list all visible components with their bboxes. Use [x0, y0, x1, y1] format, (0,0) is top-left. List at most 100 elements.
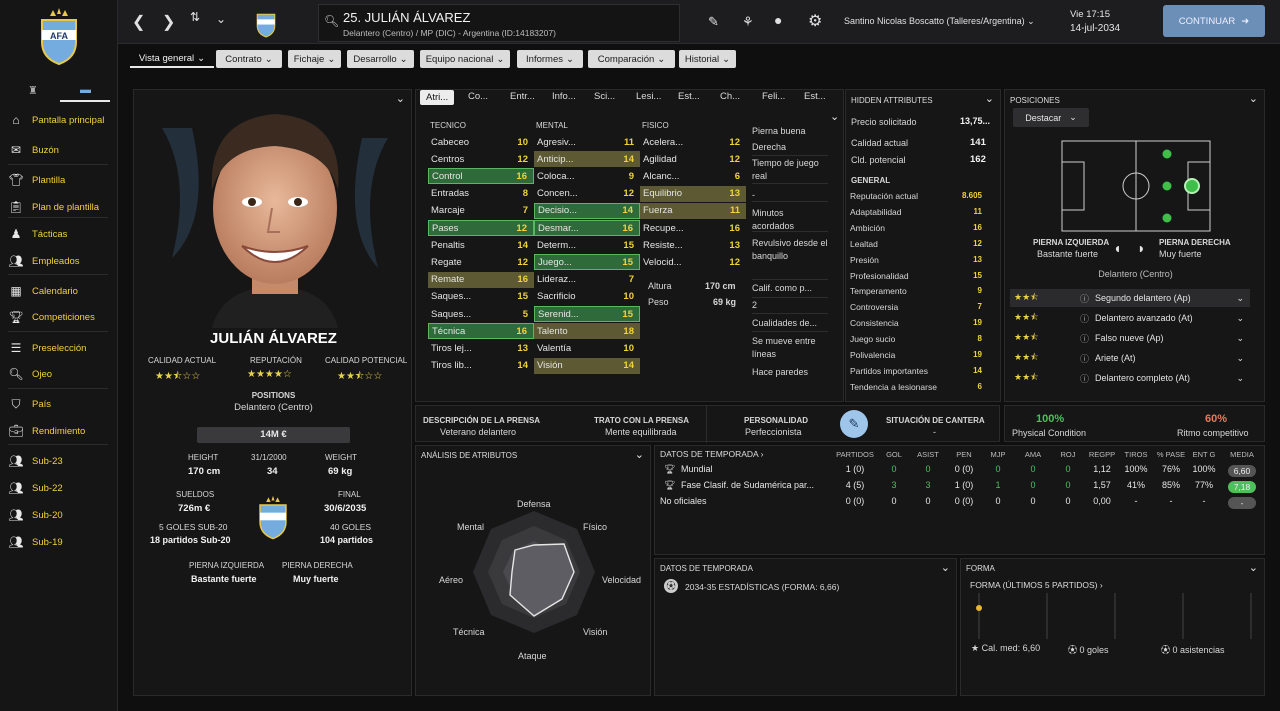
role-row[interactable]: ★★⯪ ⓘ Ariete (At) ⌄ — [1010, 349, 1250, 367]
sidebar-item-t-cticas[interactable]: ♟ Tácticas — [8, 224, 116, 244]
attribute-subtab[interactable]: Co... — [468, 91, 488, 102]
attribute-subtab[interactable]: Lesi... — [636, 91, 661, 102]
attribute-row[interactable]: Entradas 8 — [428, 186, 534, 202]
attribute-row[interactable]: Coloca... 9 — [534, 168, 640, 184]
attribute-row[interactable]: Resiste... 13 — [640, 237, 746, 253]
attribute-subtab[interactable]: Est... — [804, 91, 826, 102]
chevron-down-icon[interactable]: ⌄ — [216, 12, 226, 26]
sidebar-item-sub-20[interactable]: 👥︎ Sub-20 — [8, 505, 116, 525]
attribute-subtab[interactable]: Ch... — [720, 91, 740, 102]
highlight-dropdown[interactable]: Destacar ⌄ — [1013, 108, 1089, 127]
attribute-subtab[interactable]: Est... — [678, 91, 700, 102]
sort-icon[interactable]: ⇅ — [190, 10, 200, 24]
attribute-subtab[interactable]: Sci... — [594, 91, 615, 102]
attribute-subtab[interactable]: Info... — [552, 91, 576, 102]
chevron-down-icon[interactable]: ⌄ — [1249, 561, 1258, 574]
sidebar-item-empleados[interactable]: 👥︎ Empleados — [8, 251, 116, 271]
attribute-row[interactable]: Técnica 16 — [428, 323, 534, 340]
team-crest-icon[interactable] — [255, 8, 277, 38]
attribute-row[interactable]: Agresiv... 11 — [534, 134, 640, 150]
sidebar-item-sub-22[interactable]: 👥︎ Sub-22 — [8, 478, 116, 498]
tab-fichaje[interactable]: Fichaje ⌄ — [288, 50, 341, 68]
role-row[interactable]: ★★⯪ ⓘ Segundo delantero (Ap) ⌄ — [1010, 289, 1250, 307]
attribute-row[interactable]: Control 16 — [428, 168, 534, 185]
role-row[interactable]: ★★⯪ ⓘ Delantero avanzado (At) ⌄ — [1010, 309, 1250, 327]
tab-desarrollo[interactable]: Desarrollo ⌄ — [347, 50, 414, 68]
attribute-row[interactable]: Desmar... 16 — [534, 220, 640, 236]
tab-informes[interactable]: Informes ⌄ — [517, 50, 583, 68]
attribute-row[interactable]: Centros 12 — [428, 151, 534, 167]
gear-icon[interactable]: ⚙ — [808, 11, 822, 31]
attribute-row[interactable]: Decisio... 14 — [534, 202, 640, 219]
sidebar-item-sub-23[interactable]: 👥︎ Sub-23 — [8, 451, 116, 471]
attribute-row[interactable]: Agilidad 12 — [640, 151, 746, 167]
attribute-row[interactable]: Penaltis 14 — [428, 237, 534, 253]
attribute-row[interactable]: Regate 12 — [428, 254, 534, 270]
attribute-subtab[interactable]: Atri... — [420, 90, 455, 105]
attribute-row[interactable]: Acelera... 12 — [640, 134, 746, 150]
club-icon[interactable]: ⚘ — [742, 14, 754, 30]
chevron-down-icon[interactable]: ⌄ — [985, 92, 994, 105]
attribute-row[interactable]: Talento 18 — [534, 323, 640, 340]
flag-icon[interactable]: ▬ — [80, 84, 92, 96]
attribute-row[interactable]: Fuerza 11 — [640, 202, 746, 219]
attribute-row[interactable]: Equilibrio 13 — [640, 185, 746, 202]
attribute-row[interactable]: Velocid... 12 — [640, 254, 746, 270]
edit-icon[interactable]: ✎ — [708, 14, 719, 30]
attribute-name: Técnica — [432, 325, 466, 337]
sidebar-item-preselecci-n[interactable]: ☰ Preselección — [8, 338, 116, 358]
tab-historial[interactable]: Historial ⌄ — [679, 50, 736, 68]
chevron-down-icon[interactable]: ⌄ — [1249, 92, 1258, 105]
sidebar-item-plantilla[interactable]: 👕︎ Plantilla — [8, 170, 116, 190]
tab-vista-general[interactable]: Vista general ⌄ — [130, 50, 214, 68]
forward-icon[interactable]: ❯ — [162, 12, 175, 32]
attribute-row[interactable]: Visión 14 — [534, 357, 640, 374]
season-title[interactable]: DATOS DE TEMPORADA › — [660, 449, 763, 459]
sidebar-item-plan-de-plantilla[interactable]: 📋︎ Plan de plantilla — [8, 197, 116, 217]
attribute-row[interactable]: Saques... 15 — [428, 289, 534, 305]
continue-button[interactable]: CONTINUAR ➜ — [1163, 5, 1265, 37]
tab-contrato[interactable]: Contrato ⌄ — [216, 50, 282, 68]
attribute-row[interactable]: Alcanc... 6 — [640, 168, 746, 184]
attribute-row[interactable]: Marcaje 7 — [428, 203, 534, 219]
sidebar-item-competiciones[interactable]: 🏆︎ Competiciones — [8, 307, 116, 327]
attribute-row[interactable]: Remate 16 — [428, 271, 534, 288]
sidebar-item-pa-s[interactable]: ⛉ País — [8, 394, 116, 414]
attribute-row[interactable]: Cabeceo 10 — [428, 134, 534, 150]
team-icon[interactable]: ♜ — [28, 84, 40, 97]
sidebar-item-pantalla-principal[interactable]: ⌂ Pantalla principal — [8, 110, 116, 130]
attribute-row[interactable]: Tiros lej... 13 — [428, 340, 534, 356]
attribute-row[interactable]: Tiros lib... 14 — [428, 358, 534, 374]
attribute-row[interactable]: Determ... 15 — [534, 237, 640, 253]
attribute-row[interactable]: Recupe... 16 — [640, 220, 746, 236]
attribute-row[interactable]: Concen... 12 — [534, 186, 640, 202]
attribute-row[interactable]: Pases 12 — [428, 220, 534, 236]
chevron-down-icon[interactable]: ⌄ — [941, 561, 950, 574]
sidebar-item-ojeo[interactable]: 🔍︎ Ojeo — [8, 364, 116, 384]
attribute-subtab[interactable]: Feli... — [762, 91, 785, 102]
attribute-subtab[interactable]: Entr... — [510, 91, 535, 102]
attribute-row[interactable]: Lideraz... 7 — [534, 272, 640, 288]
sidebar-item-buz-n[interactable]: ✉ Buzón — [8, 140, 116, 160]
chevron-down-icon[interactable]: ⌄ — [830, 110, 839, 123]
attribute-row[interactable]: Sacrificio 10 — [534, 289, 640, 305]
attribute-row[interactable]: Juego... 15 — [534, 254, 640, 271]
manager-name[interactable]: Santino Nicolas Boscatto (Talleres/Argen… — [844, 16, 1035, 27]
sidebar-item-calendario[interactable]: ▦ Calendario — [8, 281, 116, 301]
role-row[interactable]: ★★⯪ ⓘ Falso nueve (Ap) ⌄ — [1010, 329, 1250, 347]
back-icon[interactable]: ❮ — [132, 12, 145, 32]
sidebar-item-sub-19[interactable]: 👥︎ Sub-19 — [8, 532, 116, 552]
attribute-row[interactable]: Serenid... 15 — [534, 306, 640, 322]
extra-info: Cualidades de... — [752, 318, 818, 328]
ball-icon[interactable]: ● — [774, 12, 782, 28]
attribute-row[interactable]: Anticip... 14 — [534, 151, 640, 168]
attribute-row[interactable]: Saques... 5 — [428, 306, 534, 322]
form-sub[interactable]: FORMA (ÚLTIMOS 5 PARTIDOS) › — [970, 580, 1103, 590]
player-search-box[interactable]: 🔍︎ 25. JULIÁN ÁLVAREZ Delantero (Centro)… — [318, 4, 680, 42]
attribute-row[interactable]: Valentía 10 — [534, 340, 640, 356]
sidebar-item-rendimiento[interactable]: 💼︎ Rendimiento — [8, 421, 116, 441]
tab-comparaci-n[interactable]: Comparación ⌄ — [588, 50, 675, 68]
tab-equipo-nacional[interactable]: Equipo nacional ⌄ — [420, 50, 510, 68]
divider — [8, 444, 108, 445]
role-row[interactable]: ★★⯪ ⓘ Delantero completo (At) ⌄ — [1010, 369, 1250, 387]
